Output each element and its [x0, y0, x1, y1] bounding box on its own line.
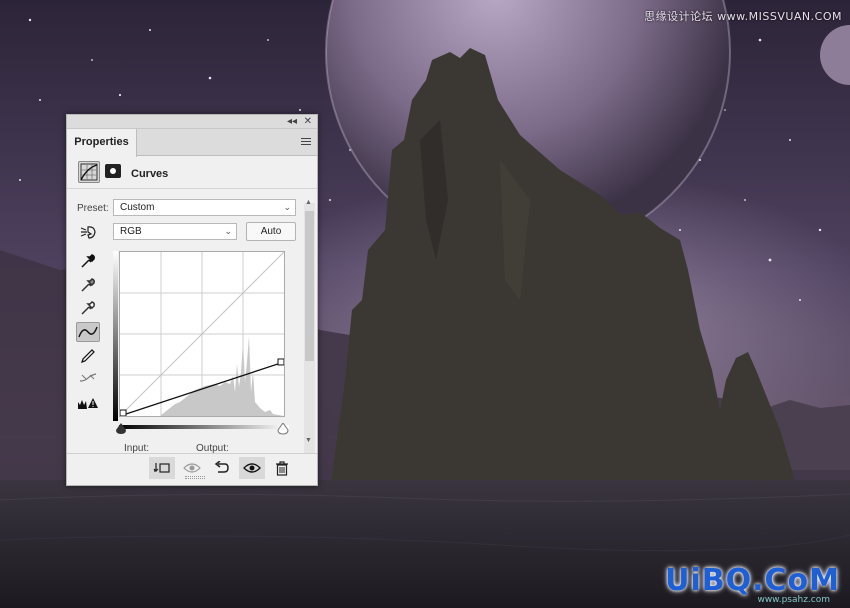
- panel-tab-row: Properties: [67, 129, 317, 157]
- toggle-visibility-eye-icon[interactable]: [239, 457, 265, 479]
- close-panel-button[interactable]: ✕: [304, 115, 312, 128]
- collapse-panel-button[interactable]: ◂◂: [287, 115, 297, 128]
- preset-value: Custom: [120, 202, 155, 213]
- target-adjustment-hand-icon[interactable]: [76, 222, 100, 242]
- watermark-text: 思缘设计论坛 www.MISSVUAN.COM: [644, 10, 842, 23]
- preset-dropdown[interactable]: Custom ⌄: [113, 199, 296, 216]
- clip-to-layer-icon[interactable]: [149, 457, 175, 479]
- scroll-down-icon[interactable]: ▼: [305, 437, 312, 444]
- pencil-draw-icon[interactable]: [76, 346, 100, 366]
- chevron-down-icon: ⌄: [224, 226, 232, 236]
- curve-control-point-1[interactable]: [277, 358, 285, 366]
- smooth-curve-icon[interactable]: [76, 368, 100, 388]
- scroll-up-icon[interactable]: ▲: [305, 199, 312, 206]
- curve-canvas[interactable]: [119, 251, 285, 417]
- panel-titlebar[interactable]: ◂◂ ✕: [67, 115, 317, 129]
- white-point-eyedropper-icon[interactable]: [76, 298, 100, 318]
- watermark-logo: UiBQ.CoM: [665, 563, 840, 598]
- channel-dropdown[interactable]: RGB ⌄: [113, 223, 237, 240]
- channel-value: RGB: [120, 226, 142, 237]
- curves-adjustment-icon[interactable]: [78, 161, 100, 183]
- curve-control-point-0[interactable]: [119, 409, 127, 417]
- gray-point-eyedropper-icon[interactable]: [76, 275, 100, 295]
- auto-button[interactable]: Auto: [246, 222, 296, 241]
- black-point-eyedropper-icon[interactable]: [76, 251, 100, 271]
- adjustment-header: Curves: [67, 157, 317, 189]
- black-input-slider[interactable]: [115, 423, 127, 435]
- tab-properties[interactable]: Properties: [67, 129, 137, 157]
- curves-graph-area: [113, 249, 293, 439]
- curves-graph[interactable]: [119, 251, 285, 417]
- properties-panel: ◂◂ ✕ Properties Curves Preset: Custom ⌄ …: [66, 114, 318, 486]
- scrollbar-thumb[interactable]: [305, 211, 314, 361]
- white-input-slider[interactable]: [277, 422, 289, 435]
- reset-adjustment-icon[interactable]: [209, 457, 235, 479]
- watermark-url: www.psahz.com: [757, 595, 830, 605]
- chevron-down-icon: ⌄: [283, 202, 291, 212]
- input-gradient-bar: [119, 425, 289, 429]
- delete-trash-icon[interactable]: [269, 457, 295, 479]
- resize-grip[interactable]: [185, 476, 205, 479]
- output-gradient-bar: [113, 251, 118, 421]
- adjustment-title: Curves: [131, 168, 169, 180]
- clipping-warning-icon[interactable]: [76, 393, 100, 413]
- panel-menu-icon[interactable]: [301, 138, 311, 146]
- preset-label: Preset:: [77, 203, 109, 214]
- edit-points-curve-icon[interactable]: [76, 322, 100, 342]
- panel-bottom-toolbar: [67, 453, 317, 481]
- layer-mask-icon[interactable]: [105, 164, 121, 178]
